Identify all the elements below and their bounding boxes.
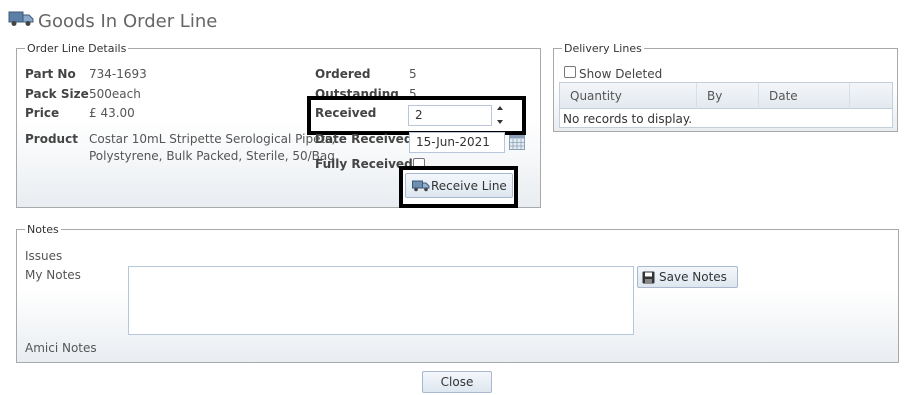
product-value-line2: Polystyrene, Bulk Packed, Sterile, 50/Ba… bbox=[89, 149, 335, 163]
save-notes-label: Save Notes bbox=[659, 270, 727, 284]
fully-received-label: Fully Received bbox=[315, 157, 413, 171]
receive-line-button[interactable]: Receive Line bbox=[405, 173, 513, 198]
show-deleted-label: Show Deleted bbox=[579, 67, 663, 81]
outstanding-label: Outstanding bbox=[315, 87, 399, 101]
receive-line-label: Receive Line bbox=[431, 178, 507, 193]
notes-legend: Notes bbox=[27, 223, 59, 236]
my-notes-textarea[interactable] bbox=[128, 266, 634, 335]
delivery-lines-legend: Delivery Lines bbox=[564, 42, 642, 55]
column-header-date[interactable]: Date bbox=[759, 83, 850, 109]
truck-icon bbox=[412, 180, 430, 192]
delivery-lines-grid: Quantity By Date No records to display. bbox=[559, 82, 893, 128]
save-disk-icon bbox=[642, 271, 655, 283]
received-spinner[interactable] bbox=[495, 103, 505, 127]
issues-label: Issues bbox=[25, 249, 63, 263]
outstanding-value: 5 bbox=[409, 87, 417, 101]
my-notes-label: My Notes bbox=[25, 268, 81, 282]
pack-size-value: 500each bbox=[89, 87, 141, 101]
received-input[interactable]: 2 bbox=[408, 105, 492, 126]
part-no-label: Part No bbox=[25, 67, 76, 81]
pack-size-label: Pack Size bbox=[25, 87, 89, 101]
close-button[interactable]: Close bbox=[422, 371, 492, 393]
fully-received-checkbox[interactable] bbox=[413, 158, 425, 170]
spinner-arrows-icon bbox=[497, 106, 503, 124]
part-no-value: 734-1693 bbox=[89, 67, 147, 81]
grid-empty-message: No records to display. bbox=[563, 112, 693, 126]
grid-header: Quantity By Date bbox=[560, 83, 892, 109]
delivery-truck-icon bbox=[8, 11, 34, 26]
column-header-by[interactable]: By bbox=[697, 83, 759, 109]
save-notes-button[interactable]: Save Notes bbox=[637, 266, 738, 288]
page-title: Goods In Order Line bbox=[38, 11, 218, 32]
price-label: Price bbox=[25, 106, 60, 120]
received-label: Received bbox=[315, 106, 377, 120]
price-value: £ 43.00 bbox=[89, 106, 135, 120]
column-header-quantity[interactable]: Quantity bbox=[560, 83, 697, 109]
product-label: Product bbox=[25, 132, 78, 146]
date-received-label: Date Received bbox=[315, 132, 413, 146]
calendar-icon[interactable] bbox=[509, 135, 525, 150]
order-line-details-legend: Order Line Details bbox=[27, 42, 127, 55]
show-deleted-checkbox[interactable] bbox=[564, 66, 576, 78]
ordered-value: 5 bbox=[409, 67, 417, 81]
amici-notes-label: Amici Notes bbox=[25, 341, 97, 355]
product-value-line1: Costar 10mL Stripette Serological Pipets… bbox=[89, 132, 336, 146]
ordered-label: Ordered bbox=[315, 67, 371, 81]
date-received-input[interactable]: 15-Jun-2021 bbox=[409, 132, 505, 153]
